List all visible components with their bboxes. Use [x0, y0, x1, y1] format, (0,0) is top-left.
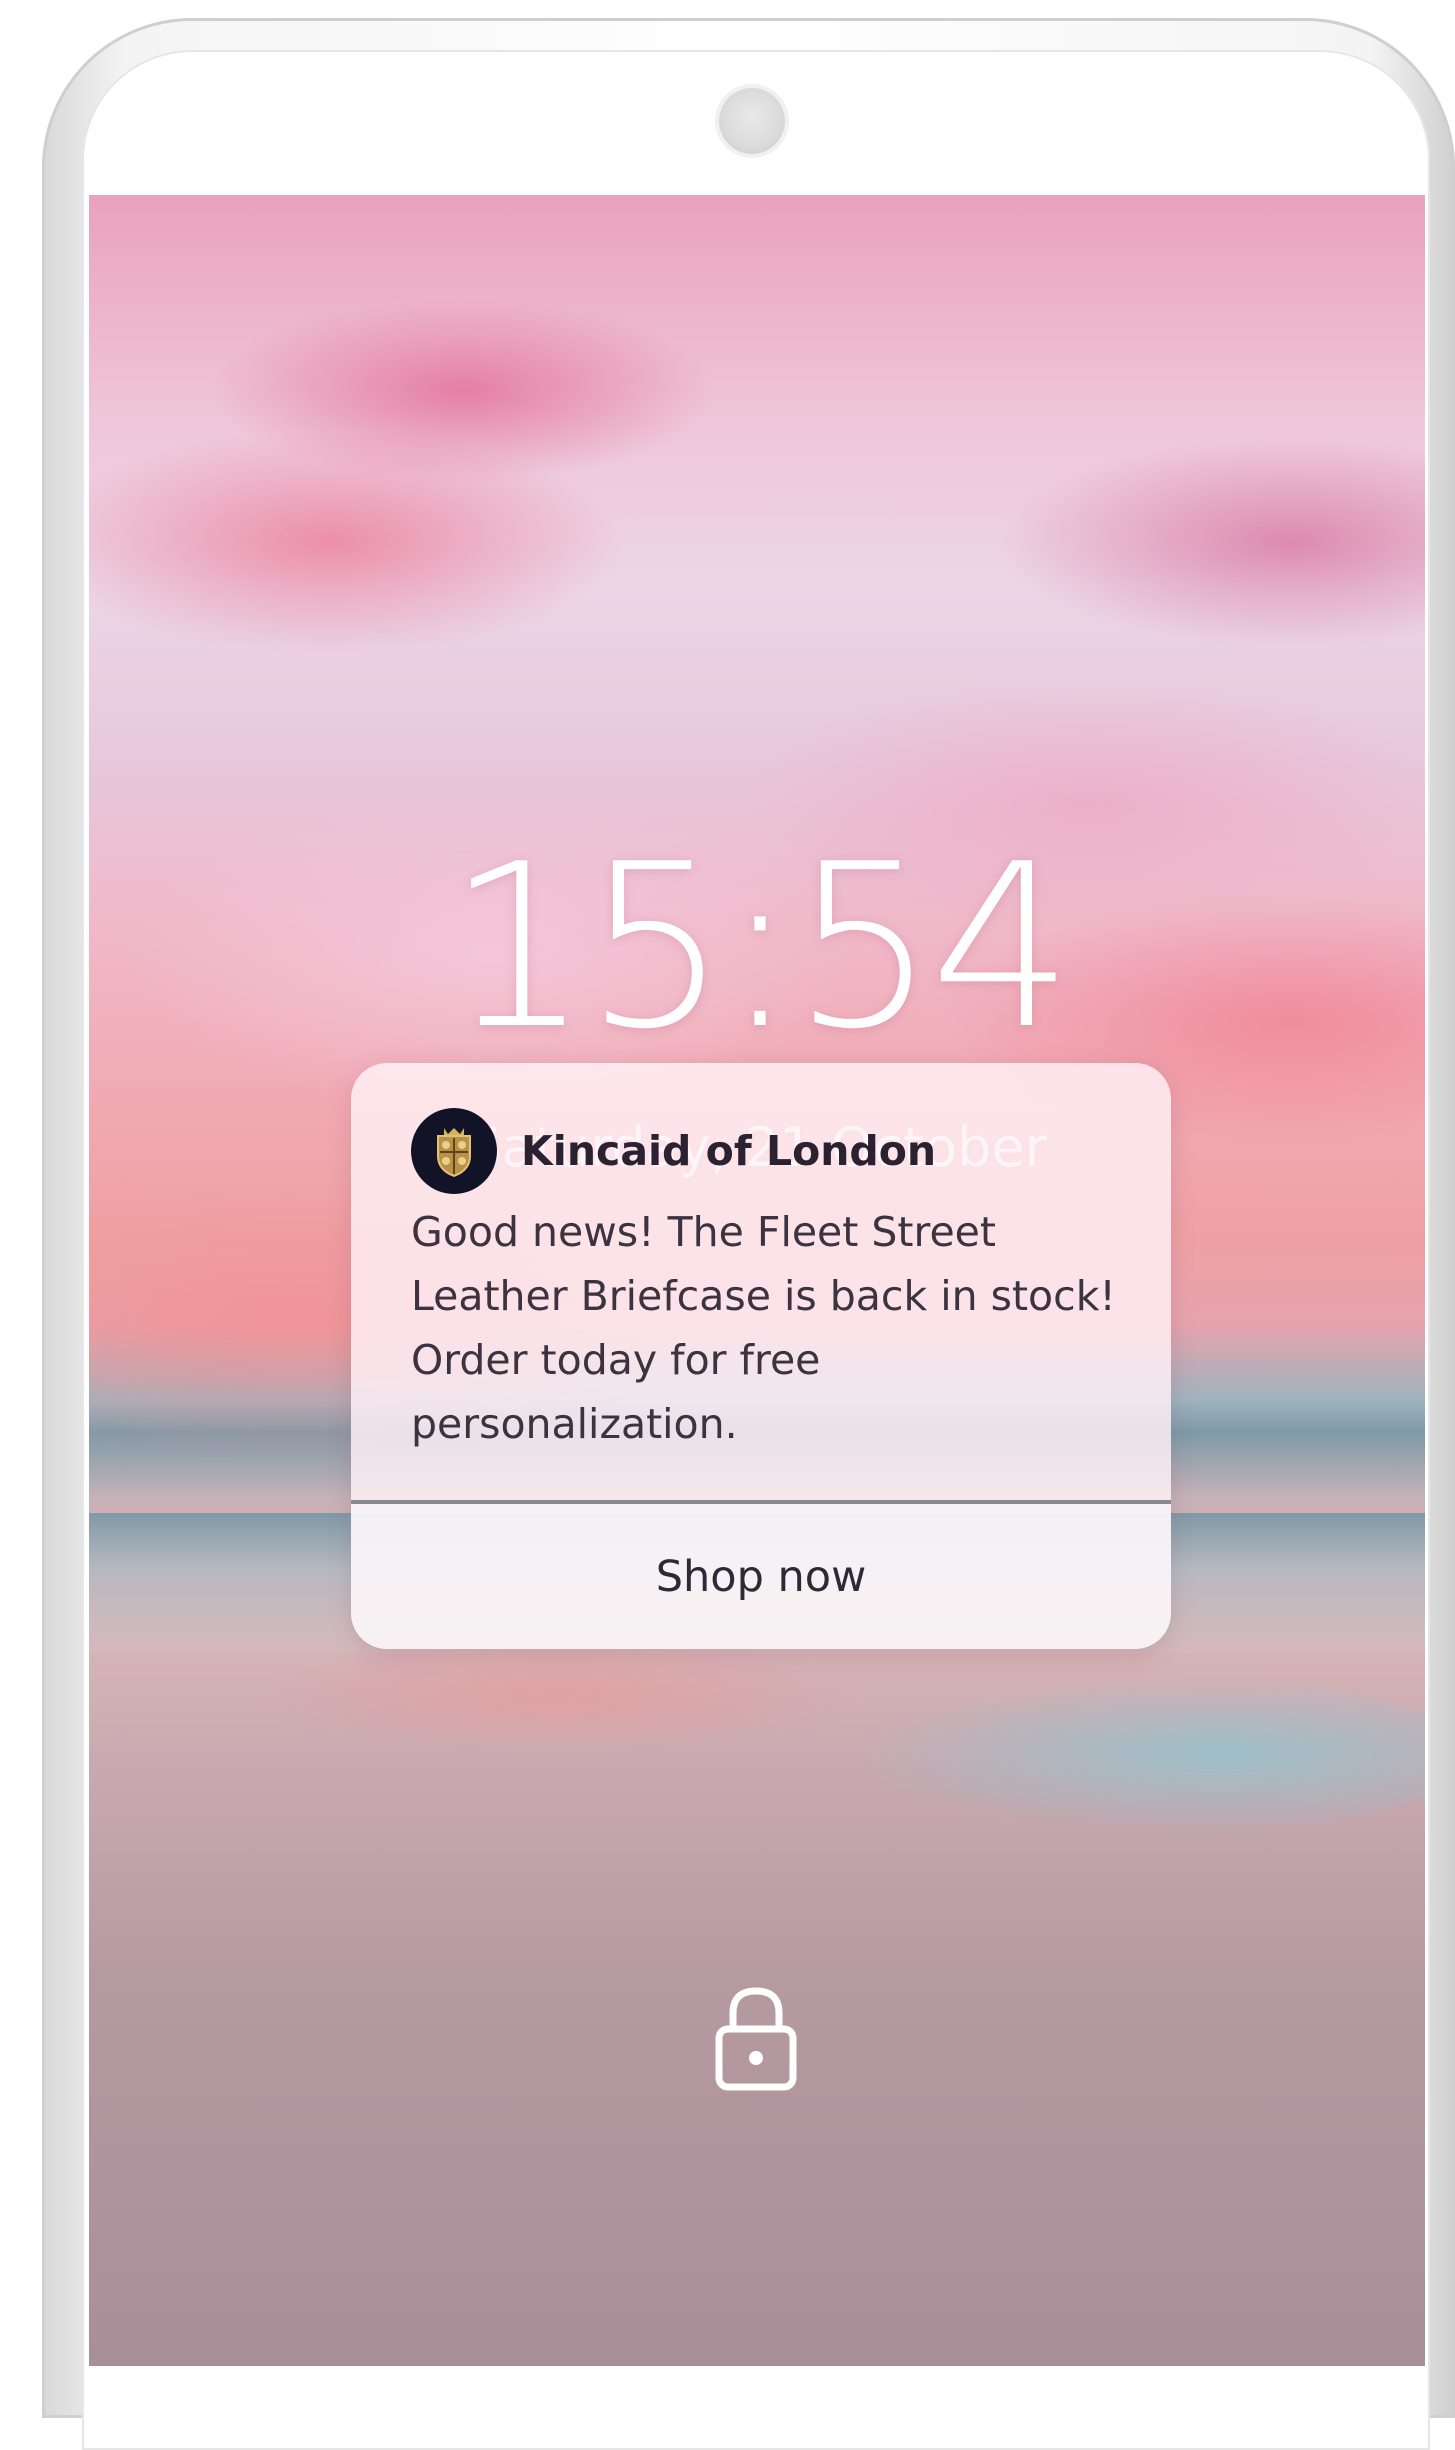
wallpaper-wave [849, 1675, 1425, 1835]
lock-screen: 15:54 Saturday, 21 October Kincaid of Lo… [89, 195, 1425, 2366]
notification-message: Good news! The Fleet Street Leather Brie… [411, 1208, 1116, 1448]
crest-logo-icon [411, 1108, 497, 1194]
front-camera-icon [719, 88, 785, 154]
shop-now-button[interactable]: Shop now [351, 1504, 1171, 1649]
shop-now-label: Shop now [655, 1551, 867, 1602]
wallpaper-wet-sand [249, 1635, 869, 1755]
notification-app-name: Kincaid of London [521, 1127, 937, 1175]
push-notification[interactable]: Kincaid of London Good news! The Fleet S… [351, 1063, 1171, 1649]
notification-header: Kincaid of London [411, 1107, 936, 1195]
lock-icon[interactable] [711, 1983, 801, 2093]
lock-screen-clock: 15:54 [446, 816, 1073, 1079]
